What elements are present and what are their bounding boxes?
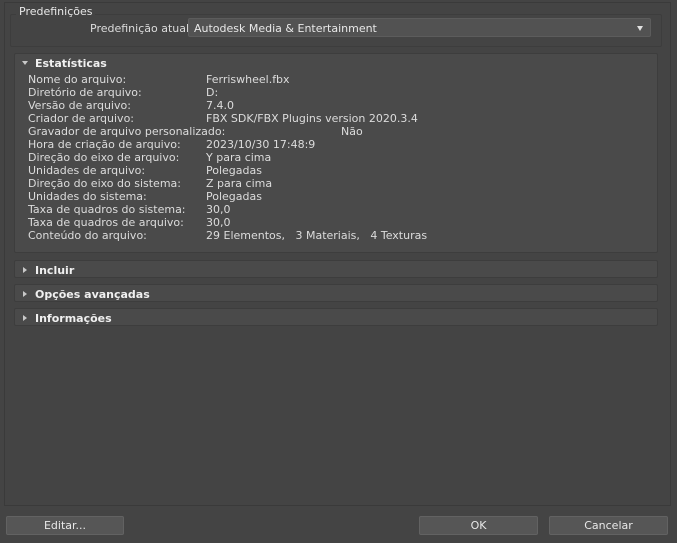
expand-triangle-icon — [23, 315, 27, 321]
stat-label: Direção do eixo do sistema: — [28, 177, 181, 190]
advanced-options-rollout[interactable]: Opções avançadas — [14, 284, 658, 302]
stat-value: Ferriswheel.fbx — [206, 73, 290, 86]
stat-value: 2023/10/30 17:48:9 — [206, 138, 316, 151]
statistics-rollout: Estatísticas Nome do arquivo: Ferriswhee… — [14, 53, 658, 253]
stat-value: Z para cima — [206, 177, 273, 190]
statistics-rollout-title: Estatísticas — [35, 57, 107, 70]
stat-value: Y para cima — [206, 151, 272, 164]
stat-label: Diretório de arquivo: — [28, 86, 142, 99]
stat-value: Polegadas — [206, 164, 262, 177]
current-preset-value: Autodesk Media & Entertainment — [194, 22, 377, 35]
stat-value: Polegadas — [206, 190, 262, 203]
stat-label: Conteúdo do arquivo: — [28, 229, 147, 242]
stat-label: Unidades de arquivo: — [28, 164, 146, 177]
fbx-import-dialog: Predefinições Predefinição atual: Autode… — [0, 0, 677, 543]
cancel-button[interactable]: Cancelar — [549, 516, 668, 535]
collapse-triangle-icon — [22, 61, 28, 65]
include-rollout[interactable]: Incluir — [14, 260, 658, 278]
stat-value: 29 Elementos, 3 Materiais, 4 Texturas — [206, 229, 428, 242]
stat-label: Direção do eixo de arquivo: — [28, 151, 180, 164]
information-rollout-title: Informações — [35, 312, 112, 325]
expand-triangle-icon — [23, 291, 27, 297]
edit-button[interactable]: Editar... — [6, 516, 124, 535]
dropdown-arrow-icon — [637, 26, 643, 31]
stat-label: Taxa de quadros de arquivo: — [28, 216, 184, 229]
stat-value: Não — [341, 125, 363, 138]
ok-button[interactable]: OK — [419, 516, 538, 535]
statistics-rollout-header[interactable]: Estatísticas — [15, 54, 657, 72]
presets-group-title: Predefinições — [16, 5, 96, 18]
stat-value: D: — [206, 86, 219, 99]
stat-label: Unidades do sistema: — [28, 190, 147, 203]
advanced-options-rollout-title: Opções avançadas — [35, 288, 150, 301]
stat-value: 30,0 — [206, 203, 231, 216]
stat-label: Nome do arquivo: — [28, 73, 127, 86]
current-preset-label: Predefinição atual: — [90, 22, 193, 35]
stat-label: Gravador de arquivo personalizado: — [28, 125, 226, 138]
information-rollout[interactable]: Informações — [14, 308, 658, 326]
include-rollout-title: Incluir — [35, 264, 75, 277]
current-preset-dropdown[interactable]: Autodesk Media & Entertainment — [188, 18, 651, 37]
stat-value: FBX SDK/FBX Plugins version 2020.3.4 — [206, 112, 418, 125]
stat-label: Hora de criação de arquivo: — [28, 138, 181, 151]
stat-label: Criador de arquivo: — [28, 112, 135, 125]
stat-value: 7.4.0 — [206, 99, 234, 112]
stat-value: 30,0 — [206, 216, 231, 229]
expand-triangle-icon — [23, 267, 27, 273]
stat-label: Versão de arquivo: — [28, 99, 131, 112]
stat-label: Taxa de quadros do sistema: — [28, 203, 186, 216]
